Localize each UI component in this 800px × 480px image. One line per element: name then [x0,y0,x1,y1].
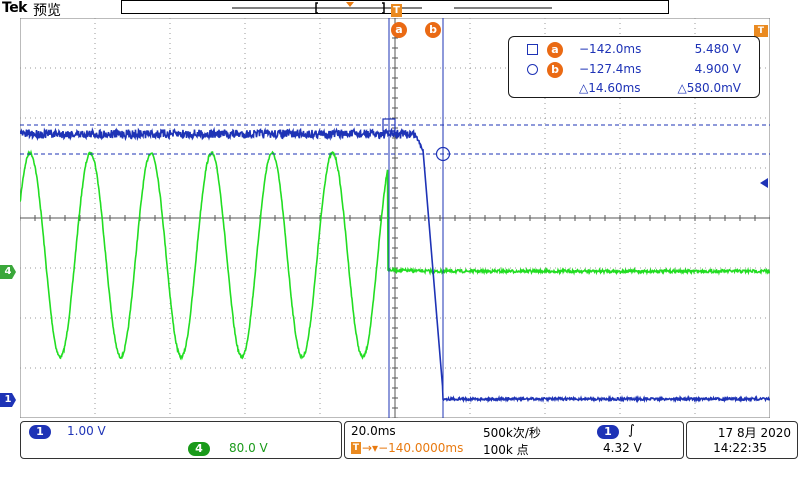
cursor-a-readout-tag: a [547,42,563,58]
ch4-scale: 80.0 V [229,441,268,455]
ch1-ground-marker[interactable]: 1 [0,393,16,407]
cursor-b-time: −127.4ms [579,62,642,76]
trigger-level: 4.32 V [603,441,642,455]
horizontal-trigger-panel[interactable]: 20.0ms 500k次/秒 T →▾−140.0000ms 100k 点 1 … [344,421,684,459]
ch4-marker-label: 4 [4,266,12,277]
time-display: 14:22:35 [713,441,767,455]
cursor-a-value: 5.480 V [694,42,741,56]
datetime-panel: 17 8月 2020 14:22:35 [686,421,798,459]
trigger-level-top-marker[interactable]: T [754,25,768,37]
trigger-level-arrow-icon[interactable] [760,178,768,188]
trigger-position-icon: T [351,442,361,454]
timebase: 20.0ms [351,424,396,438]
ch1-scale: 1.00 V [67,424,106,438]
cursor-a-readout-row: a −142.0ms 5.480 V [509,41,759,59]
cursor-delta-time: △14.60ms [579,81,641,95]
ch1-marker-label: 1 [4,394,12,405]
trigger-source-badge[interactable]: 1 [597,425,619,439]
sample-rate: 500k次/秒 [483,426,541,440]
trigger-position-marker[interactable]: T [391,4,402,17]
cursor-a-time: −142.0ms [579,42,642,56]
cursor-readout-panel: a −142.0ms 5.480 V b −127.4ms 4.900 V △1… [508,36,760,98]
date-display: 17 8月 2020 [717,426,791,440]
ch4-badge[interactable]: 4 [188,442,210,456]
cursor-a-tag[interactable]: a [391,22,407,38]
trigger-position: →▾−140.0000ms [362,441,464,455]
trigger-marker-label: T [393,5,400,16]
tek-logo: Tek [2,0,28,16]
cursor-b-tag[interactable]: b [425,22,441,38]
channel-scale-panel[interactable]: 1 1.00 V 4 80.0 V [20,421,342,459]
ch1-badge[interactable]: 1 [29,425,51,439]
cursor-b-value: 4.900 V [694,62,741,76]
ch4-ground-marker[interactable]: 4 [0,265,16,279]
cursor-b-readout-row: b −127.4ms 4.900 V [509,61,759,79]
trigger-slope-icon: ∫ [628,423,635,438]
acquisition-mode-label: 预览 [33,3,61,19]
cursor-delta-row: △14.60ms △580.0mV [509,80,759,98]
square-icon [527,44,538,55]
record-length: 100k 点 [483,443,529,457]
circle-icon [527,64,538,75]
cursor-b-readout-tag: b [547,62,563,78]
cursor-delta-value: △580.0mV [677,81,741,95]
